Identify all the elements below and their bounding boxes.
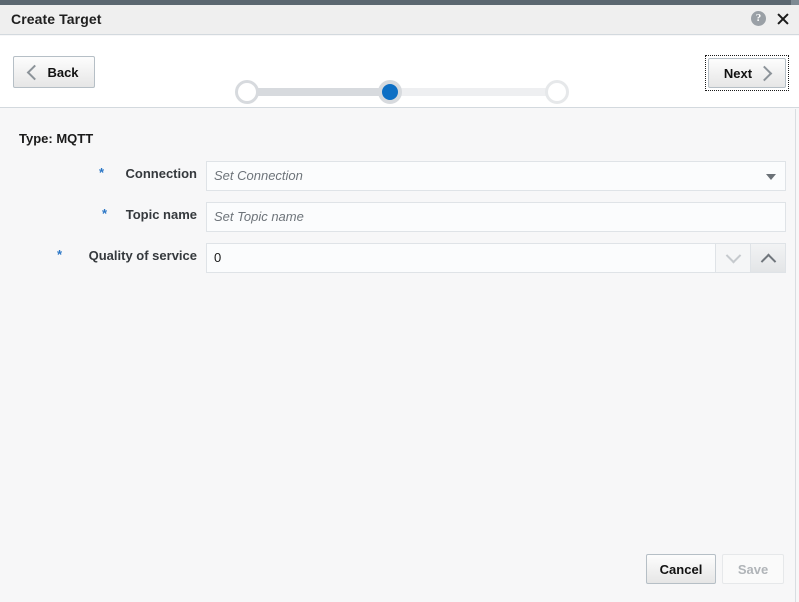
- save-button-label: Save: [737, 561, 769, 577]
- connection-dropdown[interactable]: Set Connection: [206, 161, 786, 191]
- form-row-quality-of-service: * Quality of service 0: [0, 243, 795, 284]
- next-button-focus-ring: Next: [705, 55, 789, 91]
- stepper-node-shape[interactable]: [545, 80, 569, 104]
- form-row-topic-name: * Topic name Set Topic name: [0, 202, 795, 243]
- dialog-content: Type: MQTT * Connection Set Connection *…: [0, 109, 795, 602]
- topic-name-input[interactable]: Set Topic name: [206, 202, 786, 232]
- chevron-down-icon: [725, 247, 741, 263]
- target-type-line: Type: MQTT: [19, 131, 94, 146]
- form-row-connection: * Connection Set Connection: [0, 161, 795, 202]
- chevron-right-icon: [756, 65, 773, 81]
- chevron-down-icon[interactable]: [766, 174, 776, 180]
- required-marker-quality-of-service: *: [57, 247, 63, 262]
- quality-of-service-value[interactable]: 0: [207, 244, 715, 272]
- topic-name-input-value: Set Topic name: [214, 209, 304, 224]
- label-connection: Connection: [125, 166, 198, 181]
- back-button-label: Back: [47, 64, 79, 80]
- titlebar-actions: ?: [751, 11, 790, 26]
- content-right-divider: [795, 109, 796, 602]
- cancel-button-label: Cancel: [659, 561, 703, 577]
- required-marker-connection: *: [99, 165, 105, 180]
- next-button-label: Next: [723, 65, 753, 81]
- dialog-footer: Cancel Save: [0, 544, 795, 602]
- label-topic-name: Topic name: [125, 207, 197, 222]
- chevron-left-icon: [27, 64, 43, 80]
- save-button: Save: [722, 554, 784, 584]
- target-details-form: * Connection Set Connection * Topic name…: [0, 161, 795, 284]
- required-marker-topic-name: *: [102, 206, 108, 221]
- stepper-node-target-details[interactable]: [378, 80, 402, 104]
- quality-of-service-increment-button[interactable]: [750, 244, 785, 272]
- next-button[interactable]: Next: [708, 58, 786, 88]
- help-circle-icon[interactable]: ?: [751, 11, 766, 26]
- connection-dropdown-value: Set Connection: [214, 168, 303, 183]
- label-quality-of-service: Quality of service: [88, 248, 197, 263]
- footer-buttons: Cancel Save: [646, 554, 784, 584]
- dialog-title: Create Target: [11, 11, 102, 27]
- quality-of-service-stepper[interactable]: 0: [206, 243, 786, 273]
- cancel-button[interactable]: Cancel: [646, 554, 716, 584]
- quality-of-service-decrement-button[interactable]: [715, 244, 750, 272]
- back-button[interactable]: Back: [13, 56, 95, 88]
- dialog-titlebar: Create Target ?: [0, 5, 799, 35]
- wizard-stepper-bar: Back Type Properties Target Details Shap…: [0, 36, 799, 126]
- stepper-node-type-properties[interactable]: [235, 80, 259, 104]
- chevron-up-icon: [760, 253, 776, 269]
- close-icon[interactable]: [775, 11, 790, 26]
- stepper-track-upcoming: [395, 88, 553, 96]
